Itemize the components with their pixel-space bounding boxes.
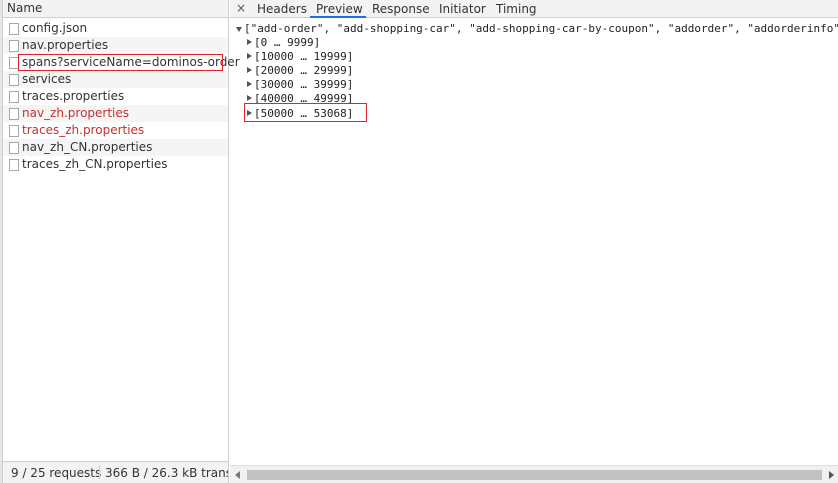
scrollbar-thumb[interactable] xyxy=(247,470,822,480)
request-row[interactable]: spans?serviceName=dominos-order xyxy=(3,54,240,71)
file-icon xyxy=(9,91,19,103)
name-column-header[interactable]: Name xyxy=(3,0,228,18)
file-icon xyxy=(9,74,19,86)
name-column-label: Name xyxy=(7,1,43,15)
close-icon[interactable]: × xyxy=(236,1,246,15)
file-icon xyxy=(9,40,19,52)
file-icon xyxy=(9,142,19,154)
request-name: traces_zh_CN.properties xyxy=(22,157,168,171)
status-bar: 9 / 25 requests 366 B / 26.3 kB transfer… xyxy=(3,461,228,483)
request-name: nav_zh.properties xyxy=(22,106,130,120)
request-row[interactable]: nav_zh_CN.properties xyxy=(3,139,228,156)
request-row[interactable]: traces_zh_CN.properties xyxy=(3,156,228,173)
request-name: nav_zh_CN.properties xyxy=(22,140,153,154)
expanded-arrow-icon[interactable] xyxy=(236,27,242,32)
transfer-size: 366 B / 26.3 kB transferred xyxy=(105,466,228,480)
array-group[interactable]: [30000 … 39999] xyxy=(254,78,353,91)
details-pane: × Headers Preview Response Initiator Tim… xyxy=(230,0,838,483)
request-row[interactable]: services xyxy=(3,71,228,88)
collapsed-arrow-icon[interactable] xyxy=(247,67,252,73)
annotation-highlight-box xyxy=(244,103,367,122)
collapsed-arrow-icon[interactable] xyxy=(247,81,252,87)
request-rows: config.json nav.properties spans?service… xyxy=(3,20,240,173)
request-list-pane: Name config.json nav.properties spans?se… xyxy=(0,0,240,483)
tab-initiator[interactable]: Initiator xyxy=(439,2,486,16)
request-name: config.json xyxy=(22,21,88,35)
collapsed-arrow-icon[interactable] xyxy=(247,53,252,59)
request-count: 9 / 25 requests xyxy=(11,466,102,480)
array-root[interactable]: ["add-order", "add-shopping-car", "add-s… xyxy=(244,22,838,35)
tab-preview[interactable]: Preview xyxy=(316,2,363,16)
scroll-left-icon[interactable] xyxy=(235,471,240,479)
annotation-highlight-box xyxy=(18,54,223,71)
request-name: services xyxy=(22,72,72,86)
file-icon xyxy=(9,125,19,137)
array-group[interactable]: [10000 … 19999] xyxy=(254,50,353,63)
array-group[interactable]: [0 … 9999] xyxy=(254,36,320,49)
request-name: nav.properties xyxy=(22,38,109,52)
request-row[interactable]: traces.properties xyxy=(3,88,228,105)
request-name: traces_zh.properties xyxy=(22,123,145,137)
status-divider xyxy=(99,465,100,479)
array-group[interactable]: [20000 … 29999] xyxy=(254,64,353,77)
request-name: traces.properties xyxy=(22,89,125,103)
collapsed-arrow-icon[interactable] xyxy=(247,39,252,45)
tab-headers[interactable]: Headers xyxy=(257,2,307,16)
file-icon xyxy=(9,159,19,171)
request-row[interactable]: config.json xyxy=(3,20,228,37)
tab-timing[interactable]: Timing xyxy=(496,2,537,16)
request-row[interactable]: nav.properties xyxy=(3,37,228,54)
horizontal-scrollbar[interactable] xyxy=(230,465,838,483)
file-icon xyxy=(9,23,19,35)
scroll-right-icon[interactable] xyxy=(829,471,834,479)
collapsed-arrow-icon[interactable] xyxy=(247,95,252,101)
file-icon xyxy=(9,108,19,120)
detail-tabs: × Headers Preview Response Initiator Tim… xyxy=(230,0,838,18)
tab-response[interactable]: Response xyxy=(372,2,430,16)
request-row[interactable]: traces_zh.properties xyxy=(3,122,228,139)
request-row[interactable]: nav_zh.properties xyxy=(3,105,228,122)
active-tab-indicator xyxy=(310,16,366,18)
